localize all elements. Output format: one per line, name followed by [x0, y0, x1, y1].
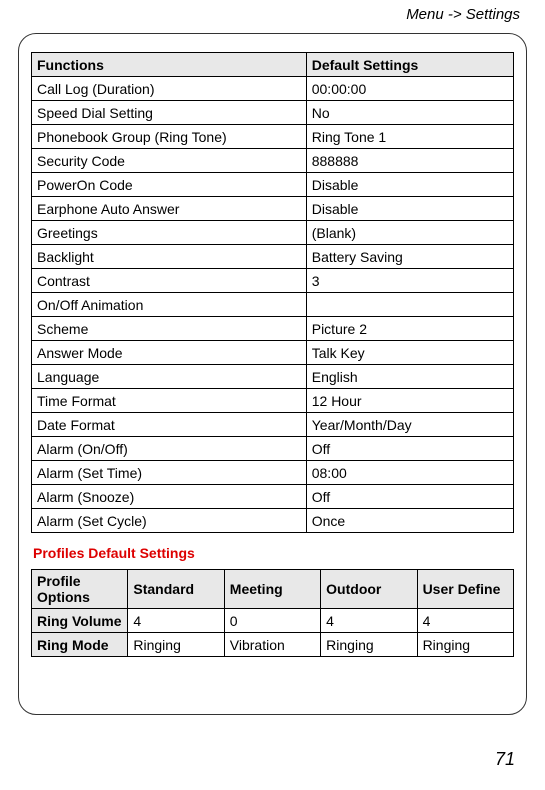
- settings-header-row: Functions Default Settings: [32, 53, 514, 77]
- cell-val: Once: [306, 509, 513, 533]
- col-profile-options: Profile Options: [32, 570, 128, 609]
- cell-val: 888888: [306, 149, 513, 173]
- table-row: Contrast3: [32, 269, 514, 293]
- col-default-settings: Default Settings: [306, 53, 513, 77]
- cell-val: 4: [128, 609, 224, 633]
- cell-val: 08:00: [306, 461, 513, 485]
- cell-val: 4: [321, 609, 417, 633]
- table-row: SchemePicture 2: [32, 317, 514, 341]
- table-row: Date FormatYear/Month/Day: [32, 413, 514, 437]
- content-frame: Functions Default Settings Call Log (Dur…: [18, 33, 527, 715]
- cell-val: English: [306, 365, 513, 389]
- table-row: Alarm (Set Time)08:00: [32, 461, 514, 485]
- cell-val: 3: [306, 269, 513, 293]
- cell-val: Disable: [306, 173, 513, 197]
- cell-val: Off: [306, 437, 513, 461]
- cell-val: (Blank): [306, 221, 513, 245]
- profiles-section-title: Profiles Default Settings: [33, 545, 514, 561]
- cell-fn: Call Log (Duration): [32, 77, 307, 101]
- table-row: Ring Mode Ringing Vibration Ringing Ring…: [32, 633, 514, 657]
- col-meeting: Meeting: [224, 570, 320, 609]
- cell-fn: Language: [32, 365, 307, 389]
- cell-val: Ringing: [128, 633, 224, 657]
- cell-fn: Alarm (Set Cycle): [32, 509, 307, 533]
- cell-fn: Answer Mode: [32, 341, 307, 365]
- cell-fn: Scheme: [32, 317, 307, 341]
- cell-fn: Phonebook Group (Ring Tone): [32, 125, 307, 149]
- cell-fn: Earphone Auto Answer: [32, 197, 307, 221]
- settings-table: Functions Default Settings Call Log (Dur…: [31, 52, 514, 533]
- cell-fn: Alarm (Snooze): [32, 485, 307, 509]
- table-row: On/Off Animation: [32, 293, 514, 317]
- cell-val: 12 Hour: [306, 389, 513, 413]
- cell-fn: Date Format: [32, 413, 307, 437]
- table-row: Security Code888888: [32, 149, 514, 173]
- cell-fn: Alarm (Set Time): [32, 461, 307, 485]
- cell-val: Vibration: [224, 633, 320, 657]
- cell-val: Picture 2: [306, 317, 513, 341]
- table-row: Alarm (Snooze)Off: [32, 485, 514, 509]
- cell-fn: Security Code: [32, 149, 307, 173]
- cell-fn: PowerOn Code: [32, 173, 307, 197]
- page-number: 71: [495, 749, 515, 770]
- cell-val: Off: [306, 485, 513, 509]
- cell-val: Ring Tone 1: [306, 125, 513, 149]
- table-row: Earphone Auto AnswerDisable: [32, 197, 514, 221]
- row-ring-volume: Ring Volume: [32, 609, 128, 633]
- table-row: Phonebook Group (Ring Tone)Ring Tone 1: [32, 125, 514, 149]
- cell-val: No: [306, 101, 513, 125]
- table-row: Answer ModeTalk Key: [32, 341, 514, 365]
- profiles-table: Profile Options Standard Meeting Outdoor…: [31, 569, 514, 657]
- row-ring-mode: Ring Mode: [32, 633, 128, 657]
- cell-val: Talk Key: [306, 341, 513, 365]
- table-row: Greetings(Blank): [32, 221, 514, 245]
- cell-val: Ringing: [417, 633, 513, 657]
- table-row: Alarm (Set Cycle)Once: [32, 509, 514, 533]
- profiles-header-row: Profile Options Standard Meeting Outdoor…: [32, 570, 514, 609]
- cell-fn: Backlight: [32, 245, 307, 269]
- table-row: BacklightBattery Saving: [32, 245, 514, 269]
- cell-val: 4: [417, 609, 513, 633]
- cell-val: Battery Saving: [306, 245, 513, 269]
- cell-fn: Time Format: [32, 389, 307, 413]
- table-row: LanguageEnglish: [32, 365, 514, 389]
- table-row: Alarm (On/Off)Off: [32, 437, 514, 461]
- col-functions: Functions: [32, 53, 307, 77]
- cell-val: 00:00:00: [306, 77, 513, 101]
- col-outdoor: Outdoor: [321, 570, 417, 609]
- col-standard: Standard: [128, 570, 224, 609]
- cell-fn: Alarm (On/Off): [32, 437, 307, 461]
- table-row: PowerOn CodeDisable: [32, 173, 514, 197]
- table-row: Ring Volume 4 0 4 4: [32, 609, 514, 633]
- cell-val: Ringing: [321, 633, 417, 657]
- cell-val: 0: [224, 609, 320, 633]
- cell-fn: On/Off Animation: [32, 293, 307, 317]
- cell-fn: Contrast: [32, 269, 307, 293]
- col-user-define: User Define: [417, 570, 513, 609]
- cell-val: [306, 293, 513, 317]
- cell-fn: Greetings: [32, 221, 307, 245]
- cell-val: Year/Month/Day: [306, 413, 513, 437]
- table-row: Time Format12 Hour: [32, 389, 514, 413]
- breadcrumb: Menu -> Settings: [0, 0, 545, 27]
- cell-fn: Speed Dial Setting: [32, 101, 307, 125]
- table-row: Call Log (Duration)00:00:00: [32, 77, 514, 101]
- cell-val: Disable: [306, 197, 513, 221]
- table-row: Speed Dial SettingNo: [32, 101, 514, 125]
